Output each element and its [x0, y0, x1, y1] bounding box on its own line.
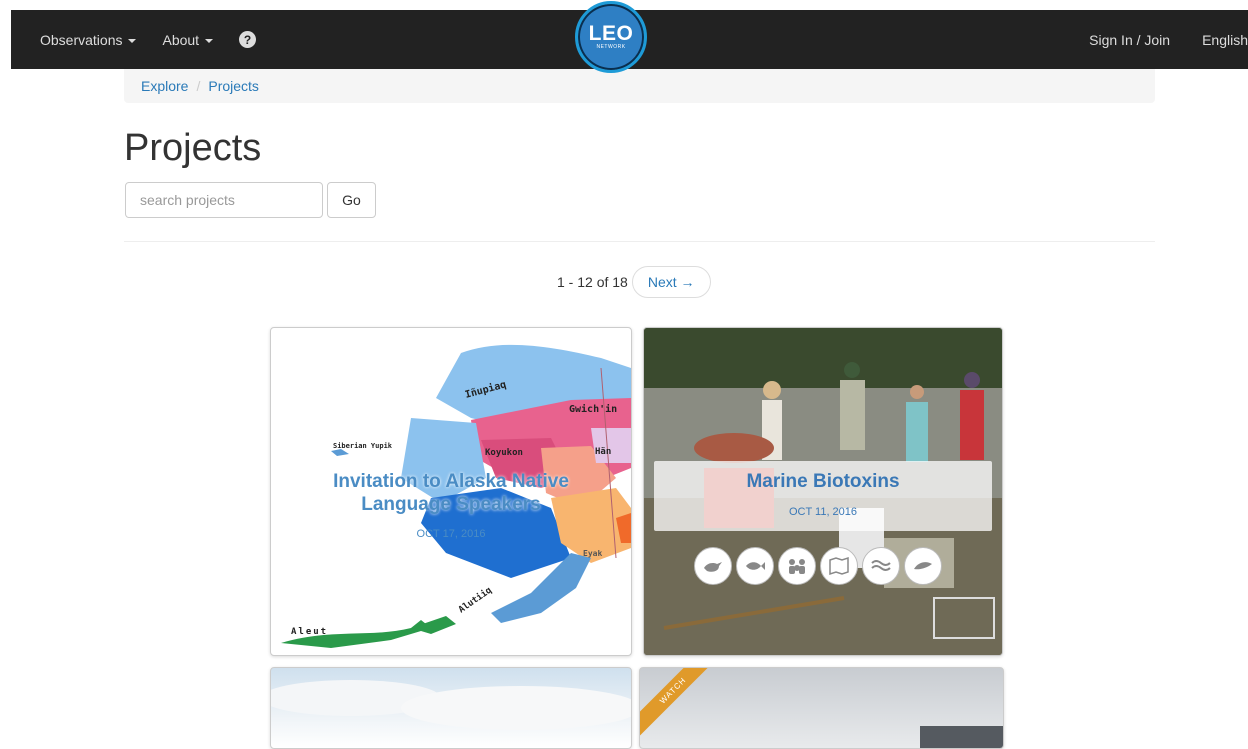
breadcrumb-projects[interactable]: Projects — [208, 78, 259, 94]
map-label-eyak: Eyak — [583, 549, 602, 558]
about-label: About — [162, 31, 200, 48]
map-label-gwichin: Gwich'in — [569, 403, 617, 415]
sky-photo — [271, 680, 631, 730]
language-label: English — [1202, 31, 1248, 48]
people-icon — [778, 547, 816, 585]
caret-down-icon — [128, 38, 137, 43]
map-label-koyukon: Koyukon — [485, 448, 523, 458]
about-menu[interactable]: About — [162, 31, 214, 48]
map-label-aleut: Aleut — [291, 627, 328, 637]
breadcrumb: Explore / Projects — [124, 69, 1155, 103]
leo-network-logo[interactable]: LEO NETWORK — [575, 1, 647, 73]
language-menu[interactable]: English — [1202, 32, 1248, 48]
nav-right: Sign In / Join English — [1089, 10, 1248, 69]
map-icon — [820, 547, 858, 585]
project-card-marine-biotoxins[interactable]: Marine Biotoxins OCT 11, 2016 — [643, 327, 1003, 656]
sign-in-link[interactable]: Sign In / Join — [1089, 32, 1170, 48]
observations-menu[interactable]: Observations — [40, 31, 137, 48]
marine-mammal-icon — [904, 547, 942, 585]
map-label-han: Hän — [595, 447, 611, 457]
fish-icon — [736, 547, 774, 585]
divider — [124, 241, 1155, 242]
project-title: Invitation to Alaska Native Language Spe… — [333, 471, 569, 515]
next-page-button[interactable]: Next → — [631, 266, 711, 298]
page-title: Projects — [124, 127, 262, 169]
project-date: OCT 17, 2016 — [416, 528, 486, 540]
project-title: Marine Biotoxins — [746, 471, 900, 492]
search-input[interactable] — [125, 182, 323, 218]
go-button[interactable]: Go — [327, 182, 376, 218]
pagination-summary: 1 - 12 of 18 — [557, 274, 628, 290]
caret-down-icon — [205, 38, 214, 43]
logo-text: LEO — [588, 22, 634, 45]
topic-icons — [694, 547, 942, 585]
help-icon[interactable]: ? — [239, 31, 257, 48]
breadcrumb-explore[interactable]: Explore — [141, 78, 188, 94]
map-label-siberian-yupik: Siberian Yupik — [333, 442, 393, 450]
water-icon — [862, 547, 900, 585]
nav-left: Observations About ? — [40, 10, 257, 69]
project-date: OCT 11, 2016 — [788, 506, 858, 518]
logo-subtext: NETWORK — [596, 44, 626, 50]
project-card-3[interactable] — [270, 667, 632, 749]
pagination: 1 - 12 of 18 Next → — [557, 265, 711, 299]
project-card-language-speakers[interactable]: Iñupiaq Gwich'in Siberian Yupik Koyukon … — [270, 327, 632, 656]
bird-icon — [694, 547, 732, 585]
map-label-alutiiq: Alutiiq — [456, 585, 493, 616]
breadcrumb-separator: / — [196, 78, 201, 94]
project-card-4[interactable]: WATCH — [639, 667, 1004, 749]
observations-label: Observations — [40, 31, 123, 48]
